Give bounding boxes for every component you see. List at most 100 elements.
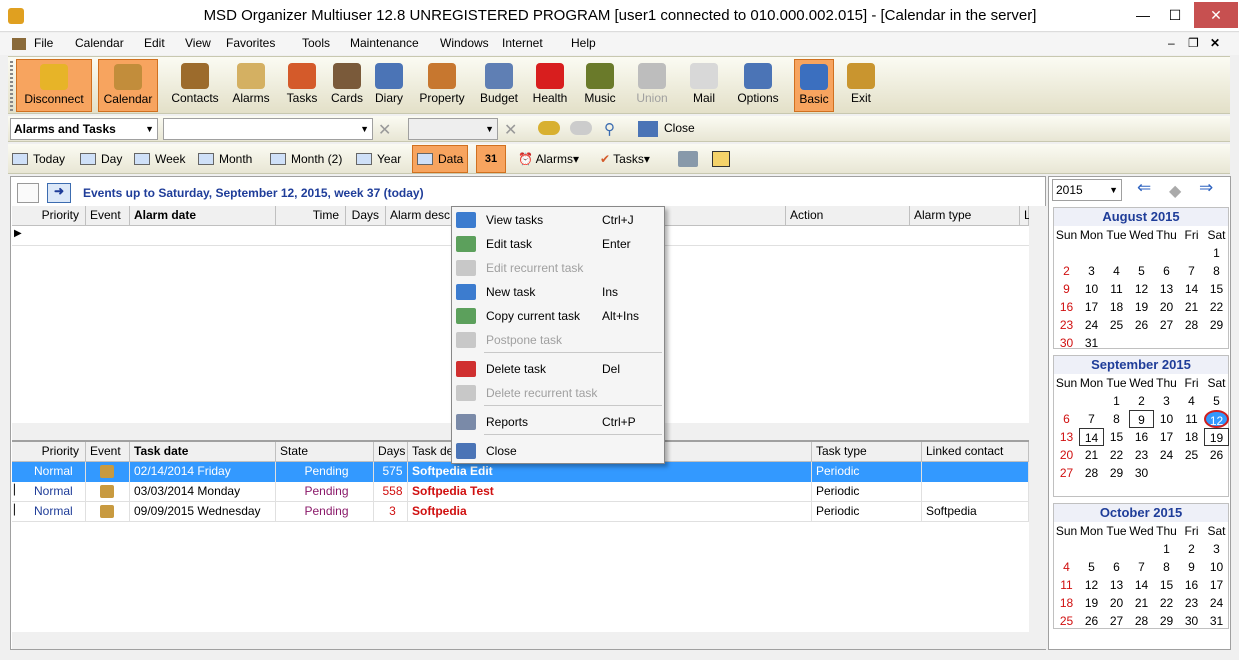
day-cell[interactable]: 7 (1079, 410, 1104, 428)
day-cell[interactable]: 19 (1129, 298, 1154, 316)
toolbar-contacts-button[interactable]: Contacts (165, 59, 225, 112)
day-cell[interactable]: 31 (1204, 612, 1229, 630)
day-cell[interactable]: 23 (1054, 316, 1079, 334)
day-cell[interactable]: 16 (1179, 576, 1204, 594)
day-cell[interactable]: 10 (1154, 410, 1179, 428)
day-cell[interactable]: 21 (1179, 298, 1204, 316)
task-col-header[interactable]: Task date (130, 442, 276, 462)
clear-filter-icon[interactable]: ✕ (504, 120, 517, 140)
next-year-icon[interactable]: ⇒ (1199, 178, 1213, 198)
day-cell[interactable]: 18 (1104, 298, 1129, 316)
toolbar-disconnect-button[interactable]: Disconnect (16, 59, 92, 112)
day-cell[interactable]: 17 (1204, 576, 1229, 594)
menu-item-reports[interactable]: Reports Ctrl+P (452, 410, 664, 434)
toolbar-calendar-button[interactable]: Calendar (98, 59, 158, 112)
alarm-col-header[interactable]: Action (786, 206, 910, 226)
day-number-button[interactable]: 31 (476, 145, 506, 173)
doc-icon[interactable] (12, 38, 26, 50)
alarm-vertical-scrollbar[interactable] (1029, 206, 1046, 426)
close-module-icon[interactable] (638, 121, 658, 137)
day-cell[interactable]: 13 (1104, 576, 1129, 594)
day-cell[interactable]: 24 (1079, 316, 1104, 334)
day-cell[interactable]: 31 (1079, 334, 1104, 352)
day-cell[interactable]: 6 (1104, 558, 1129, 576)
table-row[interactable]: ▏ Normal 09/09/2015 Wednesday Pending 3 Softp… (12, 502, 1029, 522)
filter-combo[interactable]: ▼ (408, 118, 498, 140)
toolbar-diary-button[interactable]: Diary (370, 59, 408, 112)
menu-maintenance[interactable]: Maintenance (350, 36, 419, 50)
alarm-col-header[interactable]: Event (86, 206, 130, 226)
maximize-button[interactable]: ☐ (1160, 2, 1190, 28)
menu-item-new-task[interactable]: New task Ins (452, 280, 664, 304)
menu-tools[interactable]: Tools (302, 36, 330, 50)
day-cell[interactable]: 19 (1079, 594, 1104, 612)
view-week-button[interactable]: Week (134, 149, 185, 169)
toolbar-health-button[interactable]: Health (530, 59, 570, 112)
day-cell[interactable]: 2 (1179, 540, 1204, 558)
day-cell[interactable]: 11 (1054, 576, 1079, 594)
day-cell[interactable]: 16 (1054, 298, 1079, 316)
alarm-col-header[interactable]: Alarm type (910, 206, 1020, 226)
menu-calendar[interactable]: Calendar (75, 36, 124, 50)
view-data-button[interactable]: Data (412, 145, 469, 173)
module-select[interactable]: Alarms and Tasks ▼ (10, 118, 158, 140)
day-cell[interactable]: 13 (1054, 428, 1079, 446)
users-icon[interactable] (538, 121, 560, 135)
day-cell[interactable]: 11 (1104, 280, 1129, 298)
menu-edit[interactable]: Edit (144, 36, 165, 50)
day-cell[interactable]: 25 (1179, 446, 1204, 464)
close-module-label[interactable]: Close (664, 121, 695, 135)
task-col-header[interactable]: State (276, 442, 374, 462)
day-cell[interactable]: 25 (1054, 612, 1079, 630)
day-cell[interactable]: 19 (1204, 428, 1229, 446)
menu-internet[interactable]: Internet (502, 36, 543, 50)
day-cell[interactable]: 20 (1054, 446, 1079, 464)
printer-icon[interactable] (678, 151, 698, 167)
task-vertical-scrollbar[interactable] (1029, 440, 1046, 632)
day-cell[interactable]: 23 (1129, 446, 1154, 464)
day-cell[interactable]: 26 (1079, 612, 1104, 630)
toolbar-exit-button[interactable]: Exit (844, 59, 878, 112)
day-cell[interactable]: 29 (1204, 316, 1229, 334)
day-cell[interactable]: 3 (1079, 262, 1104, 280)
task-col-header[interactable]: Event (86, 442, 130, 462)
menu-item-close[interactable]: Close (452, 439, 664, 463)
day-cell[interactable]: 21 (1079, 446, 1104, 464)
task-horizontal-scrollbar[interactable] (12, 632, 1046, 649)
day-cell[interactable]: 4 (1054, 558, 1079, 576)
day-cell[interactable]: 4 (1104, 262, 1129, 280)
day-cell[interactable]: 13 (1154, 280, 1179, 298)
day-cell[interactable]: 30 (1179, 612, 1204, 630)
alarm-col-header[interactable]: L (1020, 206, 1031, 226)
day-cell[interactable]: 28 (1129, 612, 1154, 630)
alarm-col-header[interactable]: Days (346, 206, 386, 226)
alarms-dropdown[interactable]: ⏰ Alarms▾ (518, 149, 579, 169)
day-cell[interactable]: 26 (1129, 316, 1154, 334)
view-month-2--button[interactable]: Month (2) (270, 149, 342, 169)
day-cell[interactable]: 3 (1154, 392, 1179, 410)
menu-help[interactable]: Help (571, 36, 596, 50)
menu-view[interactable]: View (185, 36, 211, 50)
day-cell[interactable]: 1 (1204, 244, 1229, 262)
menu-item-view-tasks[interactable]: View tasks Ctrl+J (452, 208, 664, 232)
day-cell[interactable]: 18 (1054, 594, 1079, 612)
day-cell[interactable]: 20 (1154, 298, 1179, 316)
view-year-button[interactable]: Year (356, 149, 401, 169)
search-combo[interactable]: ▼ (163, 118, 373, 140)
menu-file[interactable]: File (34, 36, 53, 50)
toolbar-mail-button[interactable]: Mail (684, 59, 724, 112)
day-cell[interactable]: 24 (1204, 594, 1229, 612)
menu-item-copy-current-task[interactable]: Copy current task Alt+Ins (452, 304, 664, 328)
day-cell[interactable]: 10 (1079, 280, 1104, 298)
day-cell[interactable]: 9 (1054, 280, 1079, 298)
toolbar-options-button[interactable]: Options (730, 59, 786, 112)
table-row[interactable]: ▏ Normal 03/03/2014 Monday Pending 558 Softpe… (12, 482, 1029, 502)
day-cell[interactable]: 22 (1104, 446, 1129, 464)
tasks-dropdown[interactable]: ✔ Tasks▾ (600, 149, 650, 169)
view-day-button[interactable]: Day (80, 149, 122, 169)
day-cell[interactable]: 27 (1154, 316, 1179, 334)
day-cell[interactable]: 28 (1179, 316, 1204, 334)
day-cell[interactable]: 21 (1129, 594, 1154, 612)
search-icon[interactable]: ⚲ (604, 120, 615, 138)
minimize-button[interactable]: — (1128, 2, 1158, 28)
